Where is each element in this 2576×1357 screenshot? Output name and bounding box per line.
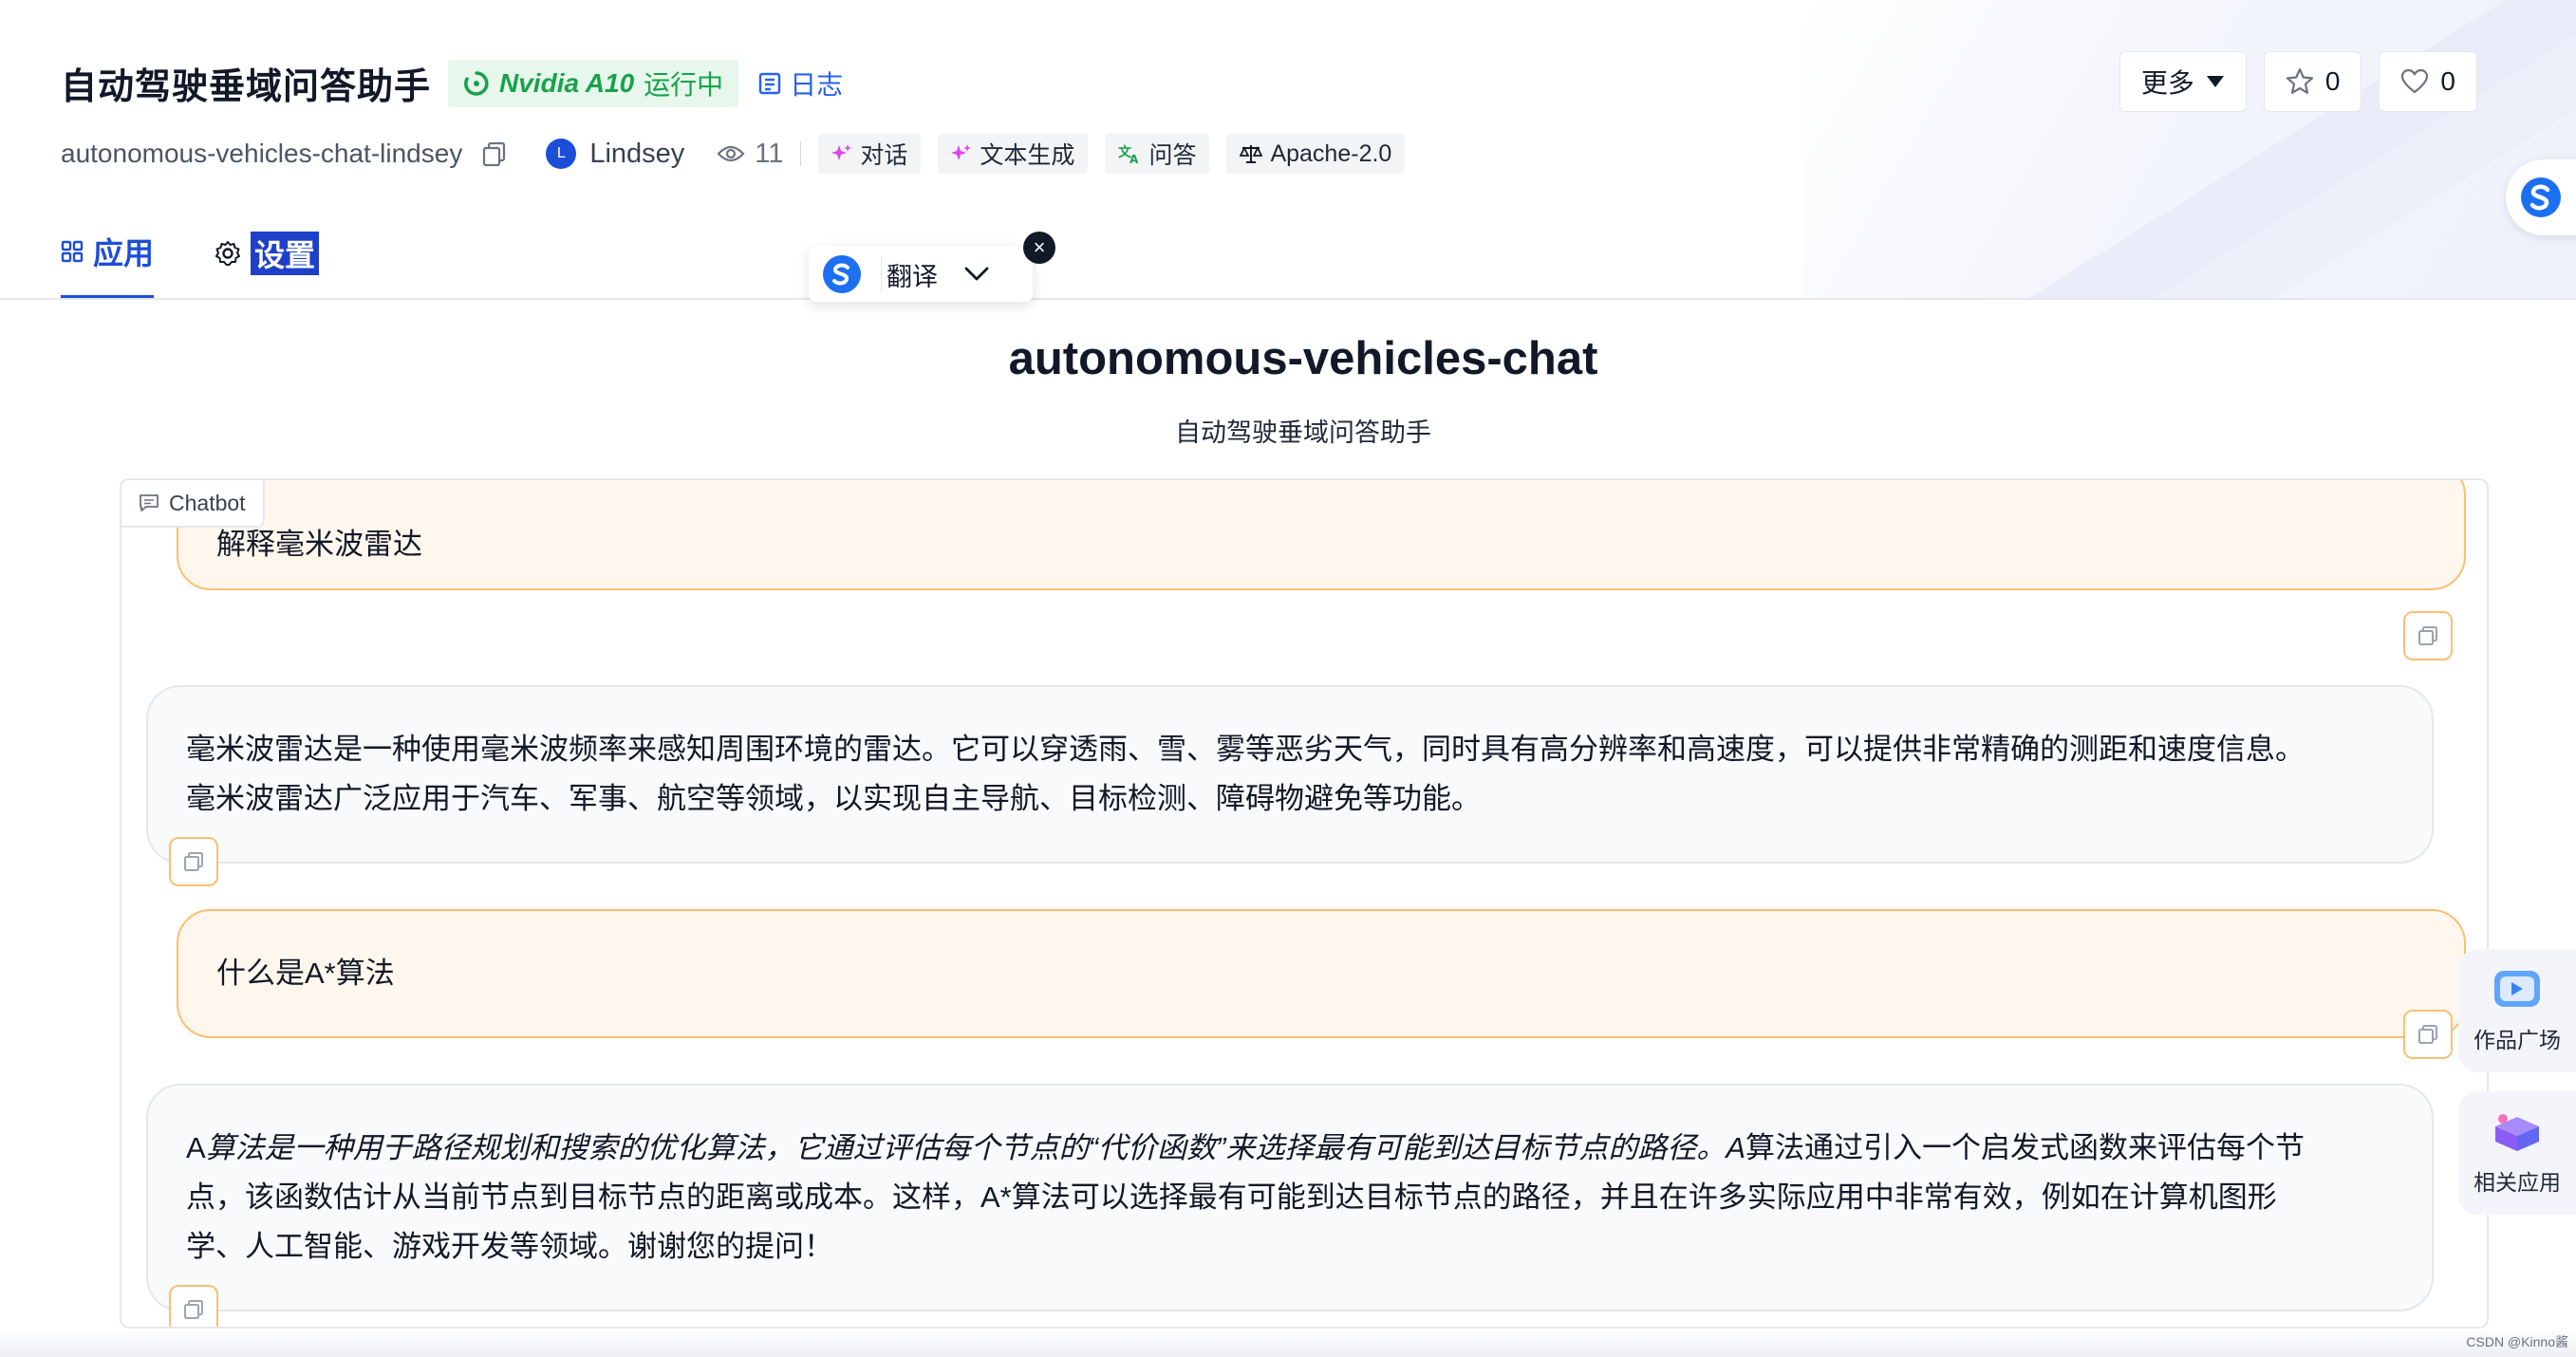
watermark-credit: CSDN @Kinno酱 bbox=[2466, 1334, 2568, 1349]
repo-slug: autonomous-vehicles-chat-lindsey bbox=[61, 139, 463, 168]
translate-icon: 文A bbox=[1118, 144, 1139, 164]
translate-label[interactable]: 翻译 bbox=[887, 256, 938, 293]
star-button[interactable]: 0 bbox=[2263, 51, 2362, 112]
scale-icon bbox=[1240, 145, 1263, 163]
caret-down-icon bbox=[2206, 76, 2224, 87]
star-icon bbox=[2286, 67, 2313, 94]
chevron-down-icon[interactable] bbox=[964, 267, 989, 282]
user-message: 解释毫米波雷达 bbox=[177, 480, 2466, 590]
tab-settings-label: 设置 bbox=[251, 232, 320, 275]
apps-grid-icon bbox=[61, 240, 84, 262]
related-apps-label: 相关应用 bbox=[2473, 1170, 2561, 1195]
title-row: 自动驾驶垂域问答助手 Nvidia A10 运行中 日志 bbox=[61, 57, 843, 109]
heart-icon bbox=[2401, 68, 2429, 94]
tab-app-label: 应用 bbox=[93, 235, 155, 270]
translate-popup: 翻译 bbox=[809, 247, 1033, 302]
gpu-status-badge: Nvidia A10 运行中 bbox=[448, 59, 739, 107]
app-title: 自动驾驶垂域问答助手 bbox=[61, 67, 432, 107]
copy-icon bbox=[184, 1300, 203, 1319]
log-icon bbox=[758, 72, 781, 94]
bottom-shade bbox=[0, 1329, 2576, 1357]
star-count: 0 bbox=[2324, 66, 2341, 96]
copy-button[interactable] bbox=[169, 1285, 218, 1327]
app-header: 自动驾驶垂域问答助手 Nvidia A10 运行中 日志 autonomous-… bbox=[61, 0, 2529, 300]
views-count: 11 bbox=[717, 139, 783, 170]
copy-button[interactable] bbox=[2403, 611, 2453, 660]
chat-bubble-icon bbox=[140, 494, 159, 511]
tab-bar: 应用 设置 bbox=[61, 228, 320, 300]
tag-license[interactable]: Apache-2.0 bbox=[1226, 134, 1406, 174]
app-subtitle: 自动驾驶垂域问答助手 bbox=[1175, 418, 1431, 447]
tag-label: 问答 bbox=[1148, 142, 1197, 169]
translate-logo-icon[interactable] bbox=[822, 254, 862, 294]
assistant-logo-icon bbox=[2521, 177, 2561, 217]
tag-text-generation[interactable]: 文本生成 bbox=[938, 134, 1089, 174]
gpu-name: Nvidia A10 bbox=[499, 67, 635, 98]
message-text: 什么是A*算法 bbox=[216, 957, 395, 990]
copy-icon bbox=[2418, 626, 2437, 645]
tag-label: 对话 bbox=[860, 142, 908, 169]
copy-icon[interactable] bbox=[481, 140, 508, 167]
app-heading: autonomous-vehicles-chat bbox=[1008, 333, 1598, 384]
header-actions: 更多 0 0 bbox=[2119, 51, 2477, 112]
status-text: 运行中 bbox=[644, 69, 724, 100]
message-line: 点，该函数估计从当前节点到目标节点的距离或成本。这样，A*算法可以选择最有可能到… bbox=[186, 1180, 2277, 1214]
message-line: A算法是一种用于路径规划和搜索的优化算法，它通过评估每个节点的“代价函数”来选择… bbox=[186, 1131, 2305, 1164]
eye-icon bbox=[717, 145, 745, 162]
chatbot-panel: Chatbot 解释毫米波雷达 毫米波雷达是一种使用毫米波频率来感知周围环境的雷… bbox=[120, 478, 2489, 1329]
message-line: 毫米波雷达是一种使用毫米波频率来感知周围环境的雷达。它可以穿透雨、雪、雾等恶劣天… bbox=[186, 733, 2305, 766]
works-plaza-button[interactable]: 作品广场 bbox=[2458, 949, 2576, 1072]
more-button[interactable]: 更多 bbox=[2119, 51, 2247, 112]
views-number: 11 bbox=[755, 138, 784, 169]
translate-close-button[interactable]: × bbox=[1023, 232, 1055, 264]
chatbot-label-text: Chatbot bbox=[169, 490, 246, 515]
meta-row: autonomous-vehicles-chat-lindsey L Linds… bbox=[61, 133, 1406, 175]
bot-message: A算法是一种用于路径规划和搜索的优化算法，它通过评估每个节点的“代价函数”来选择… bbox=[146, 1084, 2434, 1311]
sparkle-icon bbox=[831, 144, 852, 160]
copy-icon bbox=[2418, 1025, 2437, 1044]
like-button[interactable]: 0 bbox=[2379, 51, 2477, 112]
copy-icon bbox=[184, 852, 203, 871]
header-divider bbox=[0, 298, 2576, 300]
tab-settings[interactable]: 设置 bbox=[215, 228, 320, 300]
chatbot-label: Chatbot bbox=[121, 480, 265, 528]
log-label: 日志 bbox=[790, 69, 844, 100]
log-link[interactable]: 日志 bbox=[757, 65, 843, 102]
more-label: 更多 bbox=[2140, 68, 2194, 98]
copy-button[interactable] bbox=[2403, 1010, 2453, 1059]
tag-label: 文本生成 bbox=[980, 142, 1075, 169]
svg-text:A: A bbox=[1129, 153, 1139, 164]
works-plaza-label: 作品广场 bbox=[2473, 1028, 2561, 1052]
tag-chat[interactable]: 对话 bbox=[818, 134, 922, 174]
gallery-icon bbox=[2494, 971, 2540, 1007]
running-icon bbox=[464, 70, 489, 96]
copy-button[interactable] bbox=[169, 837, 218, 886]
tag-label: Apache-2.0 bbox=[1270, 139, 1392, 167]
like-count: 0 bbox=[2440, 66, 2455, 96]
message-line: 毫米波雷达广泛应用于汽车、军事、航空等领域，以实现自主导航、目标检测、障碍物避免… bbox=[186, 782, 1481, 815]
user-message: 什么是A*算法 bbox=[177, 909, 2466, 1038]
related-apps-button[interactable]: 相关应用 bbox=[2458, 1091, 2576, 1215]
author-name[interactable]: Lindsey bbox=[589, 139, 684, 170]
avatar[interactable]: L bbox=[546, 139, 577, 169]
app-box-icon bbox=[2495, 1114, 2539, 1151]
message-line: 学、人工智能、游戏开发等领域。谢谢您的提问！ bbox=[186, 1230, 833, 1263]
tag-qa[interactable]: 文A 问答 bbox=[1105, 134, 1210, 174]
tab-app[interactable]: 应用 bbox=[61, 228, 155, 300]
bot-message: 毫米波雷达是一种使用毫米波频率来感知周围环境的雷达。它可以穿透雨、雪、雾等恶劣天… bbox=[146, 685, 2434, 864]
floating-assistant-button[interactable] bbox=[2506, 159, 2576, 235]
gear-icon bbox=[215, 241, 241, 266]
sparkle-icon bbox=[951, 144, 972, 160]
